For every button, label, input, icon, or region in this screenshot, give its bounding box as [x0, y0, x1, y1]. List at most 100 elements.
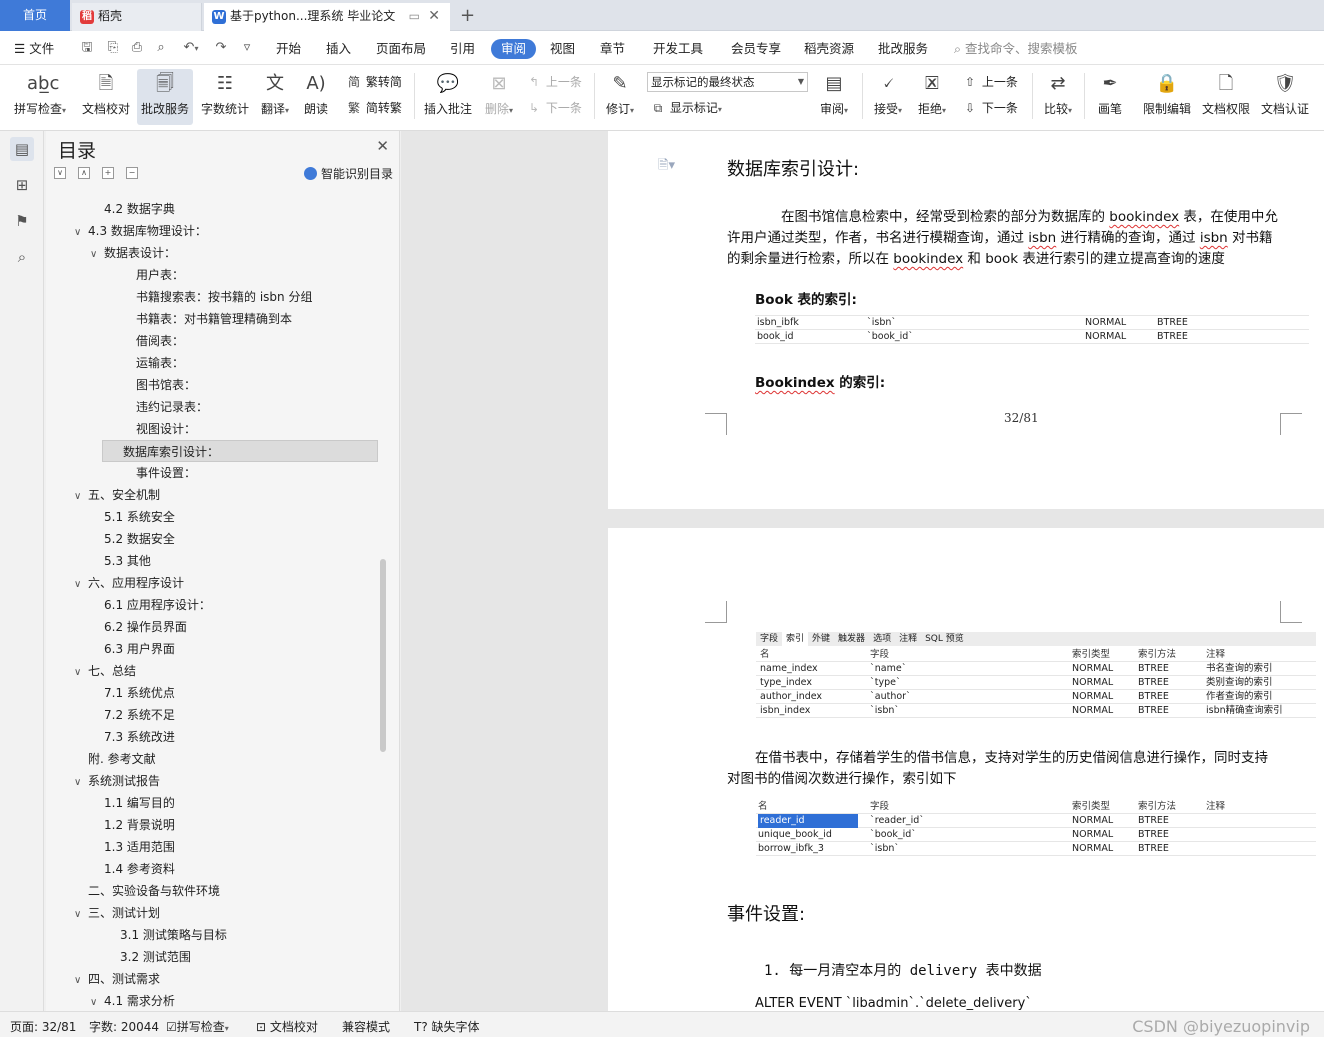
toc-item[interactable]: 7.3 系统改进: [90, 726, 175, 748]
chevron-down-icon[interactable]: ∨: [74, 486, 88, 508]
chevron-down-icon[interactable]: ∨: [74, 904, 88, 926]
menu-view[interactable]: 视图: [550, 39, 575, 59]
chevron-down-icon[interactable]: ∨: [74, 574, 88, 596]
toc-item[interactable]: 7.1 系统优点: [90, 682, 175, 704]
chevron-down-icon[interactable]: ∨: [74, 662, 88, 684]
revise-service-button[interactable]: 🗐 批改服务: [137, 69, 193, 125]
doc-permission-button[interactable]: 🗋 文档权限: [1199, 69, 1253, 125]
chevron-down-icon[interactable]: ∨: [90, 992, 104, 1008]
toc-item[interactable]: 3.2 测试范围: [106, 946, 191, 968]
chevron-down-icon[interactable]: ∨: [74, 772, 88, 794]
smart-toc-button[interactable]: 智能识别目录: [303, 165, 393, 182]
toc-item[interactable]: 3.1 测试策略与目标: [106, 924, 227, 946]
menu-references[interactable]: 引用: [450, 39, 475, 59]
close-panel-icon[interactable]: ✕: [376, 137, 389, 155]
toc-item[interactable]: 1.4 参考资料: [90, 858, 175, 880]
remove-heading-icon[interactable]: −: [126, 167, 138, 179]
print-preview-icon[interactable]: ⌕: [152, 39, 170, 57]
toc-item[interactable]: 数据库索引设计：: [102, 440, 378, 462]
chevron-down-icon[interactable]: ∨: [74, 970, 88, 992]
word-count-button[interactable]: ☷ 字数统计: [197, 69, 253, 125]
add-heading-icon[interactable]: +: [102, 167, 114, 179]
menu-developer[interactable]: 开发工具: [653, 39, 703, 59]
accept-button[interactable]: 🗸 接受▾: [868, 69, 908, 125]
delete-comment-button[interactable]: ⊠ 删除▾: [480, 69, 518, 125]
toc-panel-icon[interactable]: ▤: [10, 137, 34, 161]
toc-item[interactable]: 7.2 系统不足: [90, 704, 175, 726]
toc-scrollbar[interactable]: [380, 559, 386, 752]
save-icon[interactable]: 🖫: [78, 39, 96, 57]
next-change-button[interactable]: ⇩ 下一条: [962, 97, 1018, 119]
search-panel-icon[interactable]: ⌕: [10, 245, 34, 269]
restrict-edit-button[interactable]: 🔒 限制编辑: [1140, 69, 1194, 125]
toc-item[interactable]: 图书馆表：: [122, 374, 196, 396]
chapter-nav-icon[interactable]: ⊞: [10, 173, 34, 197]
toc-item[interactable]: 4.2 数据字典: [90, 198, 175, 220]
toc-item[interactable]: ∨ 五、安全机制: [74, 484, 160, 506]
chevron-down-icon[interactable]: ∨: [74, 222, 88, 244]
track-changes-button[interactable]: ✎ 修订▾: [600, 69, 640, 125]
toc-item[interactable]: ∨ 六、应用程序设计: [74, 572, 184, 594]
compare-button[interactable]: ⇄ 比较▾: [1038, 69, 1078, 125]
toc-item[interactable]: 5.1 系统安全: [90, 506, 175, 528]
menu-member[interactable]: 会员专享: [731, 39, 781, 59]
page-indicator[interactable]: 页面: 32/81: [10, 1018, 76, 1035]
toc-item[interactable]: 用户表：: [122, 264, 184, 286]
menu-review[interactable]: 审阅: [491, 39, 537, 59]
toc-item[interactable]: ∨ 4.1 需求分析: [90, 990, 175, 1008]
toc-item[interactable]: 二、实验设备与软件环境: [74, 880, 220, 902]
proofread-status[interactable]: ⊡ 文档校对: [256, 1018, 318, 1035]
trad-to-simp-button[interactable]: 简 繁转简: [346, 71, 402, 93]
toc-item[interactable]: 运输表：: [122, 352, 184, 374]
menu-section[interactable]: 章节: [600, 39, 625, 59]
simp-to-trad-button[interactable]: 繁 简转繁: [346, 97, 402, 119]
spell-check-status[interactable]: ☑拼写检查▾: [166, 1018, 229, 1035]
missing-font-status[interactable]: T? 缺失字体: [414, 1018, 480, 1035]
toc-item[interactable]: ∨ 七、总结: [74, 660, 136, 682]
file-menu[interactable]: ☰ 文件: [14, 39, 54, 59]
bookmark-icon[interactable]: ⚑: [10, 209, 34, 233]
tab-daoke[interactable]: 稻稻壳: [72, 3, 202, 31]
toc-item[interactable]: 1.2 背景说明: [90, 814, 175, 836]
paragraph-menu-icon[interactable]: 🗎▾: [658, 156, 675, 178]
more-quick-icon[interactable]: ▿: [238, 39, 256, 57]
close-tab-icon[interactable]: ✕: [428, 3, 440, 29]
toc-item[interactable]: ∨ 系统测试报告: [74, 770, 160, 792]
toc-item[interactable]: 1.3 适用范围: [90, 836, 175, 858]
document-page[interactable]: 🗎▾ 数据库索引设计: 在图书馆信息检索中，经常受到检索的部分为数据库的 boo…: [608, 131, 1324, 509]
toc-item[interactable]: ∨ 四、测试需求: [74, 968, 160, 990]
reject-button[interactable]: 🗷 拒绝▾: [912, 69, 952, 125]
prev-change-button[interactable]: ⇧ 上一条: [962, 71, 1018, 93]
chevron-down-icon[interactable]: ∨: [90, 244, 104, 266]
toc-item[interactable]: 6.2 操作员界面: [90, 616, 187, 638]
document-canvas[interactable]: 🗎▾ 数据库索引设计: 在图书馆信息检索中，经常受到检索的部分为数据库的 boo…: [401, 131, 1324, 1011]
toc-item[interactable]: 附. 参考文献: [74, 748, 156, 770]
insert-comment-button[interactable]: 💬 插入批注: [422, 69, 474, 125]
toc-item[interactable]: 1.1 编写目的: [90, 792, 175, 814]
collapse-all-icon[interactable]: ∨: [54, 167, 66, 179]
redo-icon[interactable]: ↷: [212, 39, 230, 57]
toc-item[interactable]: 书籍搜索表：按书籍的 isbn 分组: [122, 286, 312, 308]
read-aloud-button[interactable]: A) 朗读: [298, 69, 334, 125]
toc-item[interactable]: 6.1 应用程序设计：: [90, 594, 211, 616]
document-page[interactable]: 字段 索引 外键 触发器 选项 注释 SQL 预览 名字段 索引类型 索引方法 注释 name_in…: [608, 528, 1324, 1011]
next-comment-button[interactable]: ↳ 下一条: [526, 97, 582, 119]
toc-item[interactable]: 借阅表：: [122, 330, 184, 352]
export-pdf-icon[interactable]: ⎘: [104, 39, 122, 57]
doc-auth-button[interactable]: 🛡 文档认证: [1258, 69, 1312, 125]
toc-item[interactable]: 违约记录表：: [122, 396, 208, 418]
toc-item[interactable]: 6.3 用户界面: [90, 638, 175, 660]
expand-all-icon[interactable]: ∧: [78, 167, 90, 179]
menu-page-layout[interactable]: 页面布局: [376, 39, 426, 59]
new-tab-button[interactable]: +: [460, 3, 482, 31]
prev-comment-button[interactable]: ↰ 上一条: [526, 71, 582, 93]
spell-check-button[interactable]: ab̲c 拼写检查▾: [8, 69, 72, 125]
translate-button[interactable]: 文翻译▾: [256, 69, 294, 125]
toc-item[interactable]: 5.3 其他: [90, 550, 151, 572]
toc-item[interactable]: 5.2 数据安全: [90, 528, 175, 550]
toc-item[interactable]: ∨ 数据表设计：: [90, 242, 176, 264]
tab-document[interactable]: W 基于python...理系统 毕业论文 ▭ ✕: [204, 3, 450, 31]
pin-icon[interactable]: ▭: [409, 3, 420, 29]
undo-icon[interactable]: ↶▾: [176, 39, 206, 57]
pen-button[interactable]: ✒ 画笔: [1092, 69, 1128, 125]
